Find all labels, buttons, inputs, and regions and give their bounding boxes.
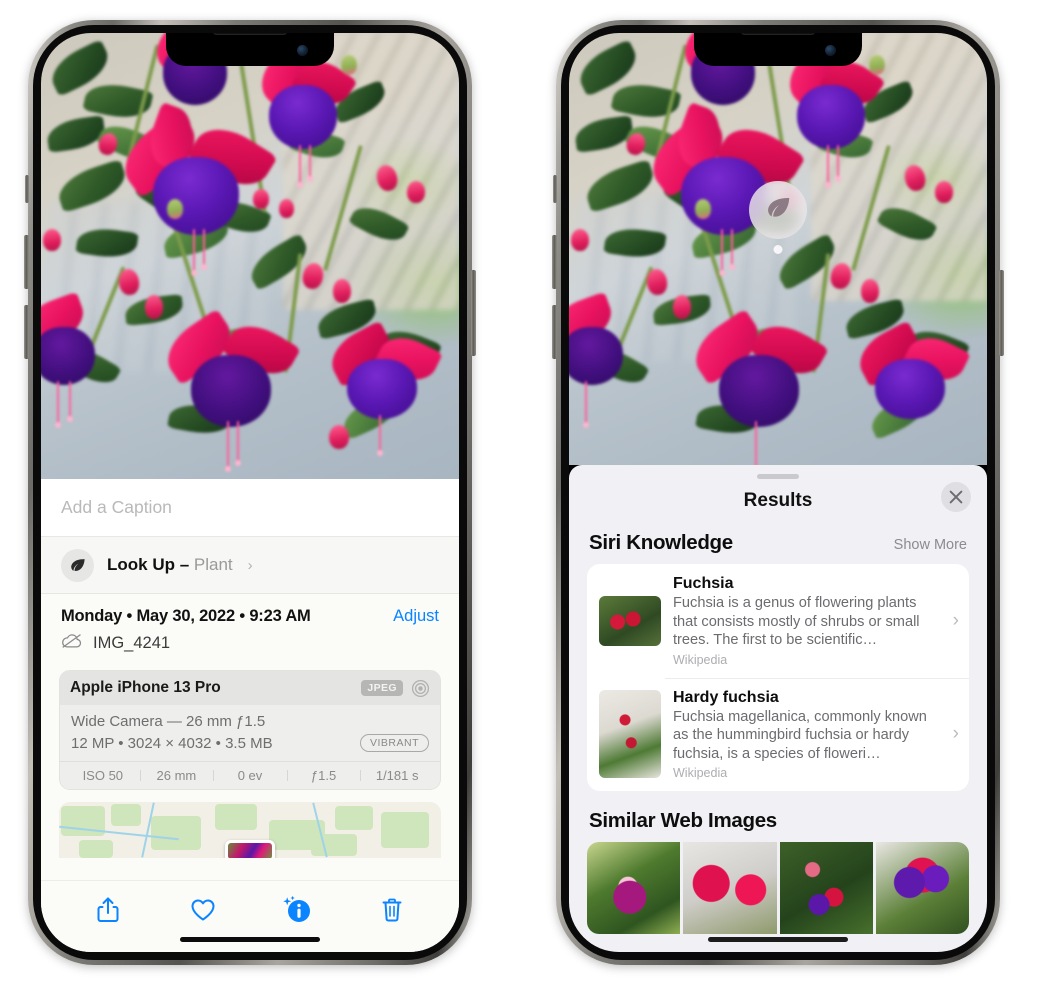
power-button[interactable] (999, 270, 1004, 356)
siri-knowledge-card: Fuchsia Fuchsia is a genus of flowering … (587, 564, 969, 792)
right-phone-device: Results Siri Knowledge Show More Fuchsia… (552, 20, 1004, 965)
knowledge-result-item[interactable]: Fuchsia Fuchsia is a genus of flowering … (587, 564, 969, 678)
silent-switch[interactable] (25, 175, 29, 203)
volume-up-button[interactable] (24, 235, 29, 289)
right-phone-screen: Results Siri Knowledge Show More Fuchsia… (569, 33, 987, 952)
exif-header-badges: JPEG (361, 679, 430, 698)
info-button[interactable] (280, 893, 314, 927)
favorite-button[interactable] (186, 893, 220, 927)
exif-stats-row: ISO 50 26 mm 0 ev ƒ1.5 1/181 s (60, 761, 440, 789)
similar-web-images-header: Similar Web Images (569, 791, 987, 842)
web-image-1[interactable] (587, 842, 681, 935)
result-thumbnail (599, 595, 661, 646)
sparkle-icon-large: ✦ (41, 530, 43, 548)
exif-shutter-speed: 1/181 s (360, 768, 434, 783)
front-camera-icon (297, 45, 308, 56)
siri-knowledge-header: Siri Knowledge Show More (569, 523, 987, 564)
web-image-4[interactable] (875, 842, 969, 935)
knowledge-result-item[interactable]: Hardy fuchsia Fuchsia magellanica, commo… (587, 677, 969, 792)
chevron-right-icon[interactable]: › (248, 557, 253, 574)
photo-foliage (41, 33, 459, 479)
volume-down-button[interactable] (552, 305, 557, 359)
adjust-button[interactable]: Adjust (393, 607, 439, 626)
photo-metadata: Monday • May 30, 2022 • 9:23 AM Adjust I… (41, 594, 459, 658)
photo-info-sheet: Add a Caption ✦ ✦ Look Up – Plant › (41, 479, 459, 952)
aperture-icon (411, 679, 430, 698)
result-description: Fuchsia magellanica, commonly known as t… (673, 708, 927, 762)
exif-header: Apple iPhone 13 Pro JPEG (60, 671, 440, 705)
lens-description: Wide Camera — 26 mm ƒ1.5 (71, 713, 266, 730)
power-button[interactable] (471, 270, 476, 356)
result-title: Hardy fuchsia (673, 688, 779, 706)
photo-viewer[interactable] (569, 33, 987, 465)
result-title: Fuchsia (673, 575, 734, 592)
earpiece-speaker (741, 33, 815, 35)
look-up-subject: Plant (193, 555, 233, 574)
siri-knowledge-title: Siri Knowledge (589, 531, 733, 554)
look-up-row[interactable]: ✦ ✦ Look Up – Plant › (41, 531, 459, 594)
result-text: Hardy fuchsia Fuchsia magellanica, commo… (673, 689, 937, 781)
image-size-info: 12 MP • 3024 × 4032 • 3.5 MB (71, 734, 273, 752)
photo-viewer[interactable] (41, 33, 459, 479)
silent-switch[interactable] (553, 175, 557, 203)
results-title: Results (743, 490, 813, 511)
file-format-badge: JPEG (361, 680, 403, 696)
exif-aperture: ƒ1.5 (286, 768, 361, 783)
caption-input-placeholder[interactable]: Add a Caption (61, 497, 172, 518)
look-up-label: Look Up – Plant (107, 555, 233, 575)
location-map[interactable] (59, 802, 441, 858)
camera-device-name: Apple iPhone 13 Pro (70, 679, 221, 696)
results-sheet: Results Siri Knowledge Show More Fuchsia… (569, 465, 987, 952)
result-thumbnail (599, 690, 661, 779)
result-description: Fuchsia is a genus of flowering plants t… (673, 595, 920, 649)
front-camera-icon (825, 45, 836, 56)
exif-size-row: 12 MP • 3024 × 4032 • 3.5 MB VIBRANT (71, 734, 429, 752)
home-indicator[interactable] (180, 937, 320, 942)
chevron-right-icon[interactable]: › (949, 723, 959, 745)
exif-card[interactable]: Apple iPhone 13 Pro JPEG Wide Camera — 2… (59, 670, 441, 790)
photographic-style-badge: VIBRANT (359, 734, 429, 752)
map-photo-pin[interactable] (225, 840, 275, 858)
result-source: Wikipedia (673, 766, 728, 781)
similar-web-images-title: Similar Web Images (589, 809, 777, 833)
delete-button[interactable] (375, 893, 409, 927)
metadata-file-row: IMG_4241 (61, 633, 439, 654)
chevron-right-icon[interactable]: › (949, 610, 959, 632)
caption-row[interactable]: Add a Caption (41, 479, 459, 537)
volume-up-button[interactable] (552, 235, 557, 289)
icloud-slash-icon (61, 633, 83, 654)
left-phone-screen: Add a Caption ✦ ✦ Look Up – Plant › (41, 33, 459, 952)
notch (166, 33, 334, 66)
close-button[interactable] (941, 482, 971, 512)
earpiece-speaker (213, 33, 287, 35)
photo-filename: IMG_4241 (93, 634, 171, 652)
exif-iso: ISO 50 (82, 768, 124, 783)
detection-anchor-dot (773, 245, 783, 254)
exif-exposure: 0 ev (213, 768, 287, 783)
similar-web-images-strip (587, 842, 969, 935)
volume-down-button[interactable] (24, 305, 29, 359)
look-up-title: Look Up – (107, 555, 194, 574)
screenshot-stage: Add a Caption ✦ ✦ Look Up – Plant › (0, 0, 1055, 985)
exif-focal-length: 26 mm (139, 768, 214, 783)
leaf-icon (61, 548, 94, 582)
web-image-2[interactable] (683, 842, 777, 935)
leaf-icon (763, 193, 793, 228)
share-button[interactable] (91, 893, 125, 927)
exif-body: Wide Camera — 26 mm ƒ1.5 12 MP • 3024 × … (60, 705, 440, 761)
results-header: Results (569, 479, 987, 523)
notch (694, 33, 862, 66)
result-source: Wikipedia (673, 652, 728, 667)
metadata-date-row: Monday • May 30, 2022 • 9:23 AM Adjust (61, 607, 439, 626)
home-indicator[interactable] (708, 937, 848, 942)
show-more-button[interactable]: Show More (894, 537, 967, 553)
photo-date: Monday • May 30, 2022 • 9:23 AM (61, 607, 311, 625)
left-phone-device: Add a Caption ✦ ✦ Look Up – Plant › (24, 20, 476, 965)
plant-detection-badge[interactable] (749, 181, 807, 239)
result-text: Fuchsia Fuchsia is a genus of flowering … (673, 575, 937, 667)
web-image-3[interactable] (779, 842, 873, 935)
